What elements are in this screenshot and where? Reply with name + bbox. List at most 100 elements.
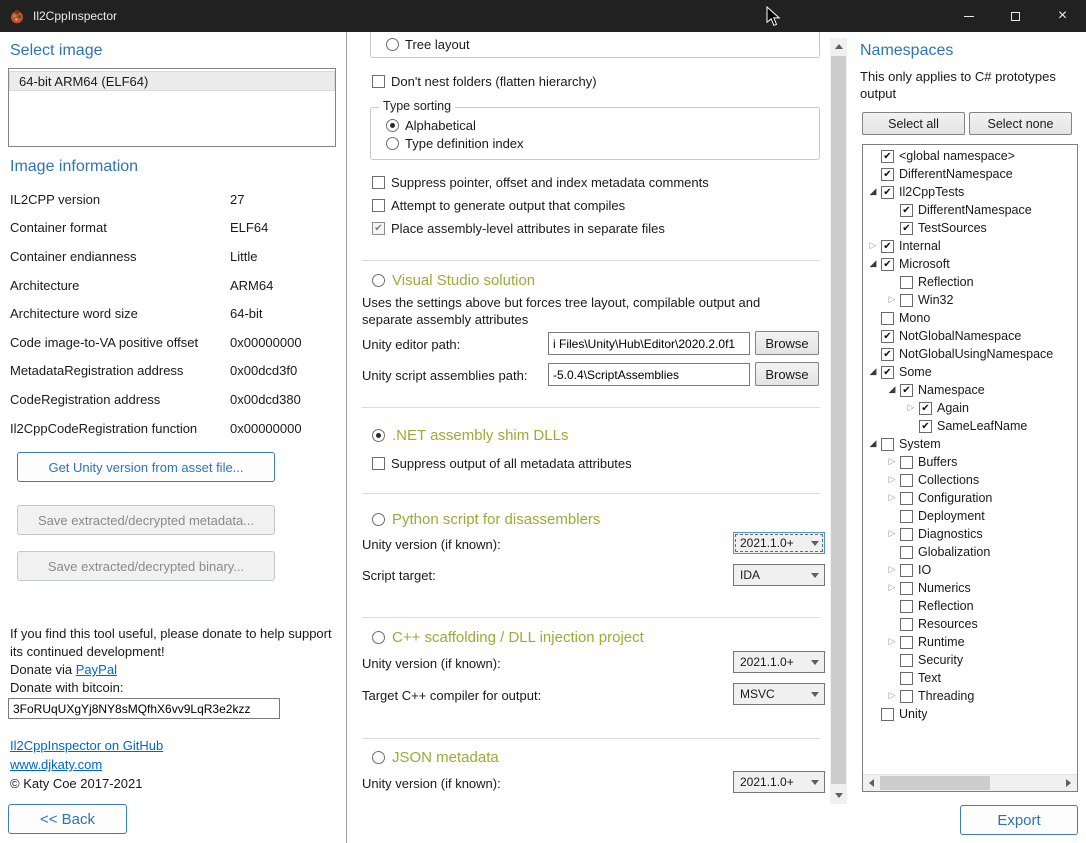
- suppress-metadata-checkbox[interactable]: [372, 176, 385, 189]
- tree-item-label[interactable]: DifferentNamespace: [899, 167, 1013, 181]
- tree-layout-radio[interactable]: [386, 38, 399, 51]
- scrollbar-thumb[interactable]: [831, 56, 846, 784]
- scroll-down-button[interactable]: [830, 787, 847, 804]
- tree-expander-icon[interactable]: ▷: [886, 529, 898, 539]
- tree-expander-icon[interactable]: ▷: [886, 565, 898, 575]
- tree-item-label[interactable]: Text: [918, 671, 941, 685]
- tree-checkbox[interactable]: ✔: [881, 240, 894, 253]
- tree-horizontal-scrollbar[interactable]: [863, 774, 1077, 791]
- scroll-right-button[interactable]: [1060, 775, 1077, 791]
- tree-expander-icon[interactable]: ▷: [886, 295, 898, 305]
- maximize-button[interactable]: [992, 0, 1039, 32]
- cpp-project-option[interactable]: C++ scaffolding / DLL injection project: [372, 627, 644, 647]
- scrollbar-thumb[interactable]: [880, 776, 990, 790]
- json-metadata-radio[interactable]: [372, 751, 385, 764]
- tree-checkbox[interactable]: ✔: [881, 150, 894, 163]
- export-button[interactable]: Export: [960, 805, 1078, 835]
- compilable-option[interactable]: Attempt to generate output that compiles: [372, 197, 625, 213]
- tree-item-label[interactable]: NotGlobalNamespace: [899, 329, 1021, 343]
- tree-expander-icon[interactable]: ▷: [886, 457, 898, 467]
- tree-item-label[interactable]: Il2CppTests: [899, 185, 964, 199]
- scroll-up-button[interactable]: [830, 38, 847, 55]
- alphabetical-radio[interactable]: [386, 119, 399, 132]
- tree-checkbox[interactable]: [900, 636, 913, 649]
- tree-expander-icon[interactable]: ▷: [905, 403, 917, 413]
- tree-checkbox[interactable]: [881, 438, 894, 451]
- json-metadata-option[interactable]: JSON metadata: [372, 747, 499, 767]
- tree-expander-icon[interactable]: ◢: [867, 439, 879, 449]
- github-link[interactable]: Il2CppInspector on GitHub: [10, 738, 163, 753]
- cpp-project-radio[interactable]: [372, 631, 385, 644]
- tree-item-label[interactable]: Win32: [918, 293, 953, 307]
- browse-assemblies-path-button[interactable]: Browse: [755, 362, 819, 386]
- alphabetical-option[interactable]: Alphabetical: [386, 117, 476, 133]
- tree-item-label[interactable]: Internal: [899, 239, 941, 253]
- back-button[interactable]: << Back: [8, 804, 127, 834]
- tree-item-label[interactable]: Microsoft: [899, 257, 950, 271]
- tree-checkbox[interactable]: ✔: [881, 330, 894, 343]
- tree-checkbox[interactable]: [900, 600, 913, 613]
- image-list-item[interactable]: 64-bit ARM64 (ELF64): [9, 71, 335, 91]
- tree-item-label[interactable]: Again: [937, 401, 969, 415]
- tree-expander-icon[interactable]: ▷: [867, 241, 879, 251]
- separate-attributes-checkbox[interactable]: ✔: [372, 222, 385, 235]
- tree-expander-icon[interactable]: ◢: [867, 367, 879, 377]
- tree-checkbox[interactable]: [900, 276, 913, 289]
- script-target-combo[interactable]: IDA: [733, 564, 825, 586]
- python-script-option[interactable]: Python script for disassemblers: [372, 509, 600, 529]
- shim-dlls-radio[interactable]: [372, 429, 385, 442]
- tree-item-label[interactable]: SameLeafName: [937, 419, 1027, 433]
- tree-item-label[interactable]: Deployment: [918, 509, 985, 523]
- tree-checkbox[interactable]: [900, 294, 913, 307]
- tree-item-label[interactable]: Runtime: [918, 635, 965, 649]
- tree-expander-icon[interactable]: ▷: [886, 493, 898, 503]
- cpp-unity-version-combo[interactable]: 2021.1.0+: [733, 651, 825, 673]
- tree-checkbox[interactable]: [900, 672, 913, 685]
- suppress-metadata-option[interactable]: Suppress pointer, offset and index metad…: [372, 174, 709, 190]
- select-none-button[interactable]: Select none: [969, 112, 1072, 135]
- compilable-checkbox[interactable]: [372, 199, 385, 212]
- type-definition-index-option[interactable]: Type definition index: [386, 135, 524, 151]
- tree-item-label[interactable]: System: [899, 437, 941, 451]
- flatten-option[interactable]: Don't nest folders (flatten hierarchy): [372, 73, 597, 89]
- suppress-attributes-option[interactable]: Suppress output of all metadata attribut…: [372, 455, 632, 471]
- tree-item-label[interactable]: NotGlobalUsingNamespace: [899, 347, 1053, 361]
- tree-checkbox[interactable]: [900, 456, 913, 469]
- close-button[interactable]: ×: [1039, 0, 1086, 32]
- middle-scrollbar[interactable]: [830, 38, 847, 804]
- website-link[interactable]: www.djkaty.com: [10, 757, 102, 772]
- save-metadata-button[interactable]: Save extracted/decrypted metadata...: [17, 505, 275, 535]
- cpp-compiler-combo[interactable]: MSVC: [733, 683, 825, 705]
- suppress-attributes-checkbox[interactable]: [372, 457, 385, 470]
- script-assemblies-path-input[interactable]: [548, 363, 750, 386]
- browse-editor-path-button[interactable]: Browse: [755, 331, 819, 355]
- tree-checkbox[interactable]: [900, 474, 913, 487]
- tree-checkbox[interactable]: [900, 582, 913, 595]
- tree-expander-icon[interactable]: ▷: [886, 691, 898, 701]
- tree-item-label[interactable]: Diagnostics: [918, 527, 983, 541]
- tree-checkbox[interactable]: [881, 312, 894, 325]
- tree-checkbox[interactable]: ✔: [900, 204, 913, 217]
- tree-checkbox[interactable]: ✔: [919, 402, 932, 415]
- tree-checkbox[interactable]: ✔: [881, 258, 894, 271]
- tree-expander-icon[interactable]: ◢: [867, 187, 879, 197]
- tree-checkbox[interactable]: ✔: [881, 168, 894, 181]
- tree-checkbox[interactable]: ✔: [900, 222, 913, 235]
- tree-item-label[interactable]: Namespace: [918, 383, 985, 397]
- tree-expander-icon[interactable]: ◢: [886, 385, 898, 395]
- tree-expander-icon[interactable]: ◢: [867, 259, 879, 269]
- tree-item-label[interactable]: Threading: [918, 689, 974, 703]
- tree-checkbox[interactable]: [900, 564, 913, 577]
- bitcoin-address-input[interactable]: [8, 698, 280, 719]
- separate-attributes-option[interactable]: ✔ Place assembly-level attributes in sep…: [372, 220, 665, 236]
- paypal-link[interactable]: PayPal: [76, 662, 117, 677]
- tree-checkbox[interactable]: [900, 690, 913, 703]
- image-listbox[interactable]: 64-bit ARM64 (ELF64): [8, 68, 336, 147]
- tree-checkbox[interactable]: ✔: [900, 384, 913, 397]
- tree-item-label[interactable]: Some: [899, 365, 932, 379]
- tree-item-label[interactable]: Buffers: [918, 455, 957, 469]
- tree-layout-option[interactable]: Tree layout: [386, 36, 470, 52]
- tree-item-label[interactable]: <global namespace>: [899, 149, 1015, 163]
- tree-item-label[interactable]: DifferentNamespace: [918, 203, 1032, 217]
- tree-expander-icon[interactable]: ▷: [886, 583, 898, 593]
